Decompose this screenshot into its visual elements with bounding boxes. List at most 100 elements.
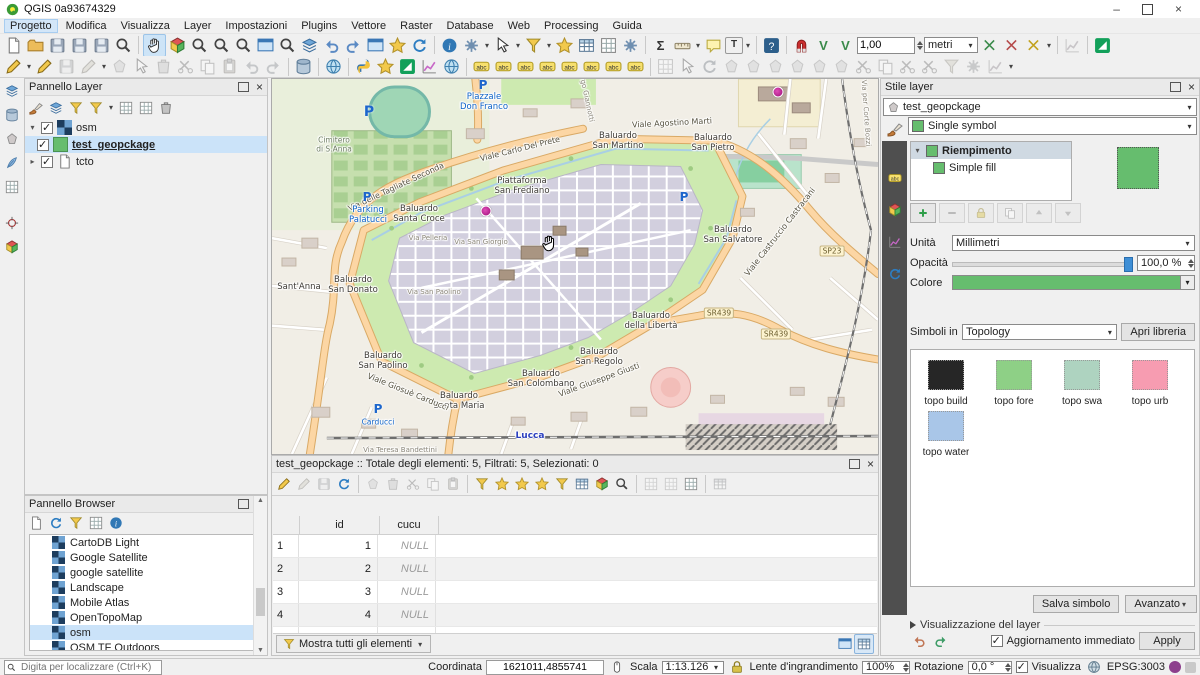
save-edits-icon[interactable] xyxy=(315,475,333,493)
menu-item[interactable]: Guida xyxy=(606,19,647,33)
rotate-point-symbols-icon[interactable] xyxy=(963,56,984,77)
delete-ring-icon[interactable] xyxy=(809,56,830,77)
column-header-cucu[interactable]: cucu xyxy=(380,516,439,534)
snap-type-icon[interactable]: V xyxy=(835,35,856,56)
zoom-to-selection-icon[interactable] xyxy=(277,35,298,56)
project-properties-icon[interactable] xyxy=(113,35,134,56)
symbol-item[interactable]: topo swa xyxy=(1053,360,1111,407)
attribute-table-float-icon[interactable] xyxy=(849,459,860,469)
scale-combo[interactable]: 1:13.126 xyxy=(662,661,724,674)
snap-mode-icon[interactable]: V xyxy=(813,35,834,56)
zoom-to-selection-icon[interactable] xyxy=(613,475,631,493)
zoom-out-icon[interactable] xyxy=(211,35,232,56)
new-shapefile-layer-icon[interactable] xyxy=(3,130,21,148)
messages-icon[interactable] xyxy=(1169,661,1181,673)
layers-panel-close-icon[interactable] xyxy=(256,80,263,94)
style-undo-icon[interactable] xyxy=(910,632,928,650)
new-spatialite-layer-icon[interactable] xyxy=(3,154,21,172)
layer-checkbox[interactable] xyxy=(41,122,53,134)
live-update-checkbox[interactable] xyxy=(991,635,1003,647)
style-panel-float-icon[interactable] xyxy=(1170,82,1181,92)
diagrams-tab-icon[interactable] xyxy=(886,233,904,251)
layer-row-tcto[interactable]: tcto xyxy=(25,153,267,170)
table-row[interactable]: 3 3 NULL xyxy=(273,581,877,604)
delete-field-icon[interactable] xyxy=(662,475,680,493)
opacity-spinbox[interactable]: 100,0 % xyxy=(1137,255,1195,271)
osm-place-search-icon[interactable] xyxy=(375,56,396,77)
browser-item[interactable]: google satellite xyxy=(30,565,262,580)
pin-unpin-labels-icon[interactable] xyxy=(537,56,558,77)
layer-rendering-section[interactable]: Visualizzazione del layer xyxy=(910,619,1195,631)
pan-to-selection-icon[interactable] xyxy=(593,475,611,493)
open-project-icon[interactable] xyxy=(25,35,46,56)
symbol-item[interactable]: topo urb xyxy=(1121,360,1179,407)
layer-row-test-geopckage[interactable]: test_geopckage xyxy=(25,136,267,153)
collapse-browser-icon[interactable] xyxy=(87,514,105,532)
topology-checker-icon[interactable] xyxy=(419,56,440,77)
cell-cucu[interactable]: NULL xyxy=(378,558,436,580)
feature-filter-button[interactable]: Mostra tutti gli elementi xyxy=(276,635,431,653)
toggle-editing-icon[interactable] xyxy=(275,475,293,493)
data-source-manager-icon[interactable] xyxy=(3,82,21,100)
coordinate-input[interactable] xyxy=(486,660,604,675)
menu-item[interactable]: Processing xyxy=(538,19,604,33)
cell-id[interactable]: 1 xyxy=(299,535,378,557)
digitize-dropdown-icon[interactable] xyxy=(100,56,108,77)
browser-item[interactable]: CartoDB Light xyxy=(30,535,262,550)
text-annotation-icon[interactable]: T xyxy=(725,37,743,54)
current-edits-dropdown-icon[interactable] xyxy=(25,56,33,77)
cell-id[interactable]: 4 xyxy=(299,604,378,626)
zoom-in-icon[interactable] xyxy=(189,35,210,56)
reshape-features-icon[interactable] xyxy=(853,56,874,77)
zoom-native-icon[interactable] xyxy=(233,35,254,56)
browser-panel-float-icon[interactable] xyxy=(238,499,249,509)
add-feature-icon[interactable] xyxy=(109,56,130,77)
row-number[interactable]: 1 xyxy=(273,535,299,557)
remove-layer-icon[interactable] xyxy=(157,99,175,117)
restore-button[interactable] xyxy=(1142,4,1153,15)
refresh-map-icon[interactable] xyxy=(409,35,430,56)
select-by-expression-icon[interactable] xyxy=(473,475,491,493)
new-virtual-layer-icon[interactable] xyxy=(3,178,21,196)
crs-globe-icon[interactable] xyxy=(1085,658,1103,675)
action-dropdown-icon[interactable] xyxy=(483,35,491,56)
measure-icon[interactable] xyxy=(672,35,693,56)
new-map-view-icon[interactable] xyxy=(365,35,386,56)
redo-icon[interactable] xyxy=(263,56,284,77)
cut-features-icon[interactable] xyxy=(175,56,196,77)
layer-labeling-icon[interactable] xyxy=(471,56,492,77)
highlight-pinned-labels-icon[interactable] xyxy=(515,56,536,77)
copy-features-icon[interactable] xyxy=(197,56,218,77)
style-panel-close-icon[interactable] xyxy=(1188,80,1195,94)
history-tab-icon[interactable] xyxy=(886,265,904,283)
move-label-icon[interactable] xyxy=(581,56,602,77)
snap-tolerance-input[interactable] xyxy=(857,37,915,54)
browser-scrollbar[interactable]: ▲▼ xyxy=(253,496,267,655)
render-checkbox[interactable] xyxy=(1016,661,1028,673)
cell-id[interactable]: 2 xyxy=(299,558,378,580)
browser-item[interactable]: Google Satellite xyxy=(30,550,262,565)
multiedit-icon[interactable] xyxy=(295,475,313,493)
expand-all-icon[interactable] xyxy=(117,99,135,117)
pan-to-selection-icon[interactable] xyxy=(167,35,188,56)
rotate-label-icon[interactable] xyxy=(603,56,624,77)
menu-item[interactable]: Progetto xyxy=(4,19,58,33)
move-up-button[interactable] xyxy=(1026,203,1052,223)
current-edits-icon[interactable] xyxy=(3,56,24,77)
layers-panel-float-icon[interactable] xyxy=(238,82,249,92)
pan-map-tool-icon[interactable] xyxy=(143,34,166,57)
open-attribute-table-icon[interactable] xyxy=(576,35,597,56)
processing-toolbox-icon[interactable] xyxy=(620,35,641,56)
symbol-group-combo[interactable]: Topology xyxy=(962,324,1117,340)
add-part-icon[interactable] xyxy=(765,56,786,77)
cut-icon[interactable] xyxy=(404,475,422,493)
add-feature-icon[interactable] xyxy=(364,475,382,493)
expression-filter-dropdown-icon[interactable] xyxy=(107,97,115,118)
advanced-button[interactable]: Avanzato xyxy=(1125,595,1197,613)
unit-combo[interactable]: Millimetri xyxy=(952,235,1195,251)
browser-item[interactable]: OSM TF Outdoors xyxy=(30,640,262,651)
select-value-dropdown-icon[interactable] xyxy=(545,35,553,56)
move-feature-icon[interactable] xyxy=(677,56,698,77)
layer-diagram-icon[interactable] xyxy=(493,56,514,77)
cell-id[interactable]: 3 xyxy=(299,581,378,603)
